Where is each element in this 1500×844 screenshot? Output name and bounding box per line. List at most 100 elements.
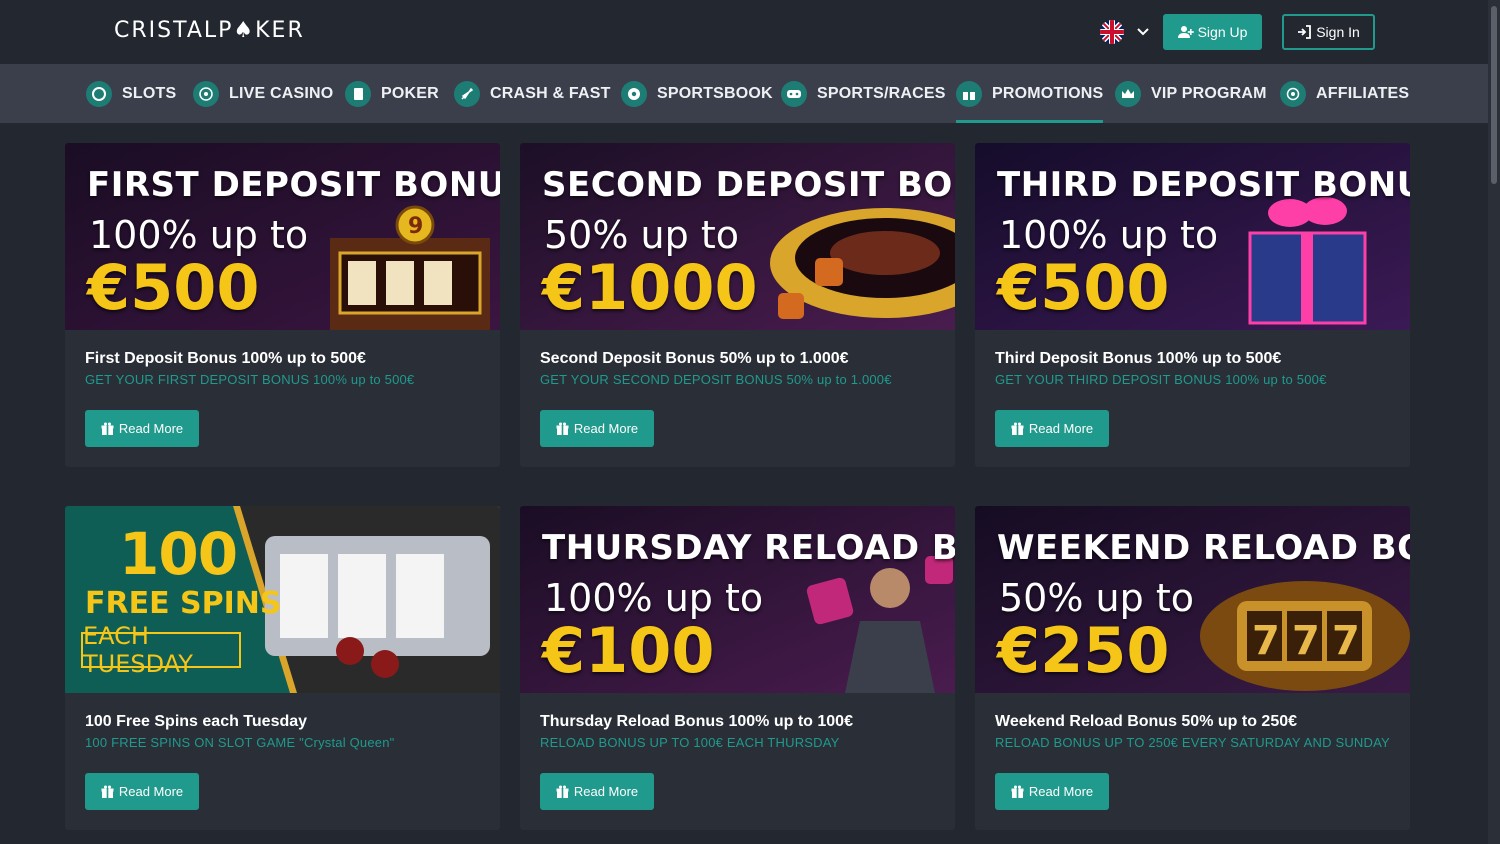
banner-amount: €250 <box>997 614 1170 687</box>
gift-icon <box>1011 785 1024 798</box>
main-nav: SLOTS LIVE CASINO POKER CRASH & FAST SPO… <box>0 64 1488 123</box>
read-more-label: Read More <box>573 784 639 799</box>
banner-each-tuesday: EACH TUESDAY <box>81 622 241 678</box>
read-more-button[interactable]: Read More <box>540 773 654 810</box>
read-more-button[interactable]: Read More <box>85 773 199 810</box>
promo-subtitle: GET YOUR SECOND DEPOSIT BONUS 50% up to … <box>540 372 892 387</box>
nav-label: SPORTS/RACES <box>817 84 946 102</box>
banner-title: SECOND DEPOSIT BONUS <box>542 165 955 205</box>
soccer-ball-icon <box>621 80 647 107</box>
nav-label: SLOTS <box>122 84 177 102</box>
svg-text:7: 7 <box>1292 618 1320 664</box>
promo-banner[interactable]: 9 FIRST DEPOSIT BONUS 100% up to €500 <box>65 143 500 330</box>
sign-up-button[interactable]: Sign Up <box>1163 14 1262 50</box>
promo-card-body: Second Deposit Bonus 50% up to 1.000€ GE… <box>520 330 955 467</box>
gift-icon <box>556 422 569 435</box>
promo-card: 7 7 7 WEEKEND RELOAD BONUS 50% up to €25… <box>975 506 1410 830</box>
banner-amount: €100 <box>542 614 715 687</box>
nav-item-vip-program[interactable]: VIP PROGRAM <box>1115 64 1267 123</box>
site-logo[interactable]: CRISTALP♠KER <box>114 18 305 43</box>
promo-title: Thursday Reload Bonus 100% up to 100€ <box>540 713 853 730</box>
banner-title: WEEKEND RELOAD BONUS <box>997 528 1410 568</box>
svg-text:9: 9 <box>408 214 423 239</box>
read-more-button[interactable]: Read More <box>995 410 1109 447</box>
gift-icon <box>556 785 569 798</box>
promo-title: Second Deposit Bonus 50% up to 1.000€ <box>540 350 849 367</box>
language-selector[interactable] <box>1100 20 1150 44</box>
sign-in-button[interactable]: Sign In <box>1282 14 1375 50</box>
read-more-label: Read More <box>1028 421 1094 436</box>
nav-item-poker[interactable]: POKER <box>345 64 439 123</box>
slots-icon <box>86 80 112 107</box>
gift-icon <box>1011 422 1024 435</box>
svg-text:7: 7 <box>1252 618 1280 664</box>
crown-icon <box>1115 80 1141 107</box>
banner-amount: €1000 <box>542 251 758 324</box>
live-casino-icon <box>193 80 219 107</box>
chevron-down-icon <box>1137 28 1149 36</box>
nav-label: SPORTSBOOK <box>657 84 773 102</box>
banner-amount: €500 <box>87 251 260 324</box>
nav-item-sportsbook[interactable]: SPORTSBOOK <box>621 64 773 123</box>
nav-label: LIVE CASINO <box>229 84 334 102</box>
banner-title: FIRST DEPOSIT BONUS <box>87 165 500 205</box>
read-more-label: Read More <box>118 421 184 436</box>
page-scrollbar[interactable] <box>1488 0 1500 844</box>
nav-label: AFFILIATES <box>1316 84 1410 102</box>
sign-up-label: Sign Up <box>1197 24 1248 40</box>
promo-title: First Deposit Bonus 100% up to 500€ <box>85 350 366 367</box>
nav-item-slots[interactable]: SLOTS <box>86 64 176 123</box>
nav-item-live-casino[interactable]: LIVE CASINO <box>193 64 333 123</box>
banner-title: THURSDAY RELOAD BONUS <box>542 528 955 568</box>
gift-icon <box>956 80 982 107</box>
read-more-label: Read More <box>1028 784 1094 799</box>
banner-free-spins: FREE SPINS <box>85 586 282 621</box>
read-more-button[interactable]: Read More <box>85 410 199 447</box>
poker-icon <box>345 80 371 107</box>
promo-banner[interactable]: THIRD DEPOSIT BONUS 100% up to €500 <box>975 143 1410 330</box>
promo-subtitle: RELOAD BONUS UP TO 100€ EACH THURSDAY <box>540 735 840 750</box>
scrollbar-thumb[interactable] <box>1491 6 1497 184</box>
rocket-icon <box>454 80 480 107</box>
promo-subtitle: RELOAD BONUS UP TO 250€ EVERY SATURDAY A… <box>995 735 1390 750</box>
promo-card: 100 FREE SPINS EACH TUESDAY 100 Free Spi… <box>65 506 500 830</box>
sign-in-label: Sign In <box>1316 24 1360 40</box>
sign-in-icon <box>1298 25 1312 39</box>
promo-banner[interactable]: SECOND DEPOSIT BONUS 50% up to €1000 <box>520 143 955 330</box>
promo-title: Weekend Reload Bonus 50% up to 250€ <box>995 713 1298 730</box>
banner-number: 100 <box>119 520 238 588</box>
nav-label: POKER <box>381 84 439 102</box>
promo-card-body: Third Deposit Bonus 100% up to 500€ GET … <box>975 330 1410 467</box>
banner-amount: €500 <box>997 251 1170 324</box>
nav-item-affiliates[interactable]: AFFILIATES <box>1280 64 1409 123</box>
read-more-label: Read More <box>573 421 639 436</box>
read-more-button[interactable]: Read More <box>540 410 654 447</box>
read-more-button[interactable]: Read More <box>995 773 1109 810</box>
uk-flag-icon <box>1100 20 1124 44</box>
promo-card-body: 100 Free Spins each Tuesday 100 FREE SPI… <box>65 693 500 830</box>
read-more-label: Read More <box>118 784 184 799</box>
nav-label: PROMOTIONS <box>992 84 1104 102</box>
top-header: CRISTALP♠KER Sign Up Sign In <box>0 0 1488 64</box>
nav-item-sports-races[interactable]: SPORTS/RACES <box>781 64 946 123</box>
promo-card: THIRD DEPOSIT BONUS 100% up to €500 Thir… <box>975 143 1410 467</box>
promo-subtitle: GET YOUR FIRST DEPOSIT BONUS 100% up to … <box>85 372 415 387</box>
promo-banner[interactable]: 7 7 7 WEEKEND RELOAD BONUS 50% up to €25… <box>975 506 1410 693</box>
promo-card-body: Weekend Reload Bonus 50% up to 250€ RELO… <box>975 693 1410 830</box>
user-plus-icon <box>1177 26 1194 38</box>
nav-item-promotions[interactable]: PROMOTIONS <box>956 64 1104 123</box>
promo-card: THURSDAY RELOAD BONUS 100% up to €100 Th… <box>520 506 955 830</box>
affiliates-icon <box>1280 80 1306 107</box>
gift-icon <box>101 785 114 798</box>
promo-banner[interactable]: THURSDAY RELOAD BONUS 100% up to €100 <box>520 506 955 693</box>
banner-title: THIRD DEPOSIT BONUS <box>997 165 1410 205</box>
gift-icon <box>101 422 114 435</box>
promo-card: 9 FIRST DEPOSIT BONUS 100% up to €500 Fi… <box>65 143 500 467</box>
nav-label: CRASH & FAST <box>490 84 611 102</box>
gamepad-icon <box>781 80 807 107</box>
nav-item-crash-fast[interactable]: CRASH & FAST <box>454 64 611 123</box>
promo-title: Third Deposit Bonus 100% up to 500€ <box>995 350 1282 367</box>
nav-label: VIP PROGRAM <box>1151 84 1267 102</box>
promo-card-body: Thursday Reload Bonus 100% up to 100€ RE… <box>520 693 955 830</box>
promo-banner[interactable]: 100 FREE SPINS EACH TUESDAY <box>65 506 500 693</box>
